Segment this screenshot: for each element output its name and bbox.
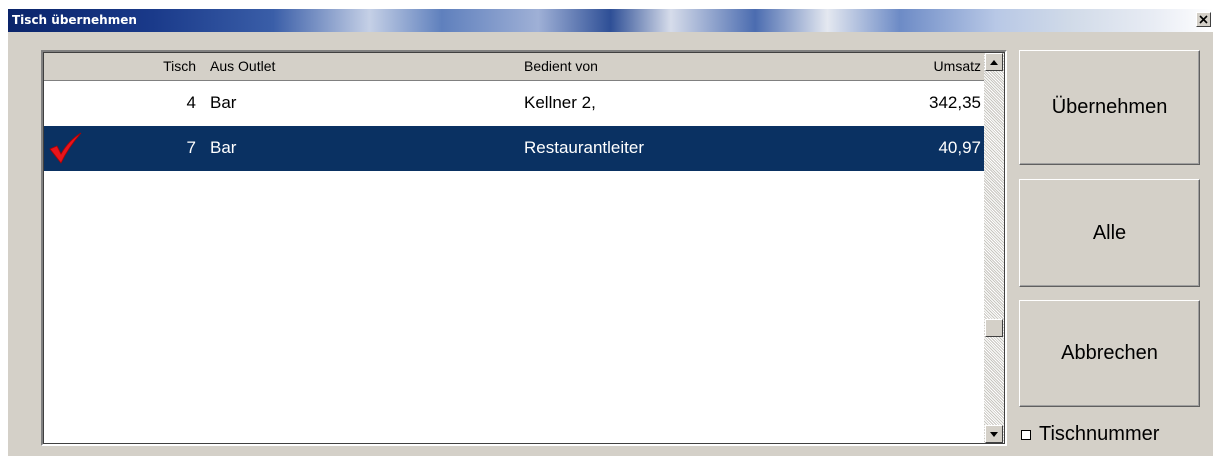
column-header-umsatz[interactable]: Umsatz bbox=[934, 58, 981, 74]
checkbox-label: Tischnummer bbox=[1039, 423, 1160, 445]
close-icon bbox=[1199, 15, 1208, 24]
arrow-down-icon bbox=[990, 431, 998, 437]
table-row-selected[interactable]: 7 Bar Restaurantleiter 40,97 bbox=[44, 126, 984, 171]
scroll-down-button[interactable] bbox=[985, 425, 1003, 443]
cell-tisch: 4 bbox=[186, 93, 196, 112]
cancel-button-label: Abbrechen bbox=[1061, 342, 1158, 364]
checkbox-box[interactable] bbox=[1021, 429, 1031, 440]
checkmark-icon bbox=[49, 132, 82, 164]
all-button[interactable]: Alle bbox=[1019, 179, 1200, 287]
column-header-tisch[interactable]: Tisch bbox=[163, 58, 196, 74]
scroll-up-button[interactable] bbox=[985, 53, 1003, 71]
cell-bedient: Kellner 2, bbox=[524, 93, 596, 112]
title-bar[interactable]: Tisch übernehmen bbox=[8, 9, 1213, 32]
close-button[interactable] bbox=[1196, 12, 1211, 27]
cell-tisch: 7 bbox=[186, 138, 196, 157]
column-header-bedient[interactable]: Bedient von bbox=[524, 58, 598, 74]
column-header-outlet[interactable]: Aus Outlet bbox=[210, 58, 275, 74]
cell-outlet: Bar bbox=[210, 138, 237, 157]
window-title: Tisch übernehmen bbox=[12, 13, 137, 27]
dialog-window: Tisch übernehmen Tisch Aus Outlet Bedien… bbox=[8, 9, 1213, 456]
table-row[interactable]: 4 Bar Kellner 2, 342,35 bbox=[44, 81, 984, 126]
scroll-thumb[interactable] bbox=[985, 319, 1003, 337]
ok-button[interactable]: Übernehmen bbox=[1019, 50, 1200, 165]
tischnummer-checkbox[interactable]: Tischnummer bbox=[1021, 423, 1159, 446]
all-button-label: Alle bbox=[1092, 221, 1127, 244]
cell-bedient: Restaurantleiter bbox=[524, 138, 645, 157]
cancel-button[interactable]: Abbrechen bbox=[1019, 300, 1200, 407]
ok-button-label: Übernehmen bbox=[1051, 96, 1168, 118]
cell-umsatz: 40,97 bbox=[938, 138, 981, 157]
arrow-up-icon bbox=[990, 59, 998, 65]
vertical-scrollbar[interactable] bbox=[984, 53, 1004, 443]
table-list[interactable]: Tisch Aus Outlet Bedient von Umsatz 4 Ba… bbox=[41, 50, 1007, 446]
cell-umsatz: 342,35 bbox=[929, 93, 981, 112]
cell-outlet: Bar bbox=[210, 93, 237, 112]
table-header: Tisch Aus Outlet Bedient von Umsatz bbox=[44, 53, 984, 81]
